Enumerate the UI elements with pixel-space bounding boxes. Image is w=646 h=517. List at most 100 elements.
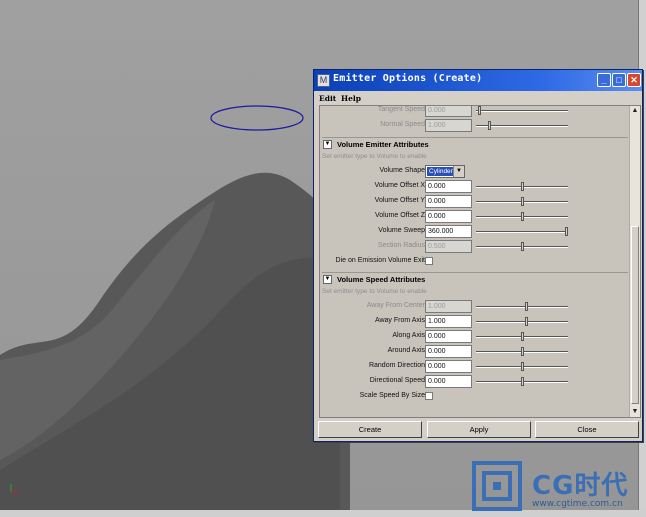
slider-handle[interactable] [521,377,524,386]
slider-handle[interactable] [521,242,524,251]
volume-sweep-row: Volume Sweep 360.000 [320,225,630,240]
away-from-axis-slider[interactable] [476,317,568,326]
slider-handle[interactable] [488,121,491,130]
slider-handle[interactable] [521,182,524,191]
field-label: Away From Center [366,302,425,309]
away-from-center-row: Away From Center 1.000 [320,300,630,315]
scroll-down-icon[interactable]: ▼ [630,407,640,417]
slider-handle[interactable] [521,212,524,221]
close-button[interactable]: Close [535,421,639,438]
volume-offset-y-field[interactable]: 0.000 [425,195,472,208]
volume-offset-z-slider[interactable] [476,212,568,221]
directional-speed-field[interactable]: 0.000 [425,375,472,388]
field-label: Section Radius [377,242,425,249]
maximize-button[interactable]: □ [612,73,626,87]
scale-speed-label: Scale Speed By Size [359,392,425,399]
section-radius-row: Section Radius 0.500 [320,240,630,255]
menu-edit[interactable]: Edit [319,94,336,103]
dialog-title: Emitter Options (Create) [333,73,483,84]
volume-shape-label: Volume Shape [379,167,425,174]
axis-gizmo [8,480,20,494]
field-label: Volume Sweep [378,227,425,234]
dialog-button-row: Create Apply Close [318,421,640,438]
cg-logo-icon [472,461,522,511]
volume-shape-dropdown[interactable]: Cylinder ▼ [425,165,465,178]
field-label: Volume Offset Z [374,212,425,219]
die-on-exit-label: Die on Emission Volume Exit [335,257,425,264]
slider-handle[interactable] [521,197,524,206]
field-label: Along Axis [392,332,425,339]
volume-emitter-section-header[interactable]: ▼ Volume Emitter Attributes [322,137,628,151]
menu-bar: Edit Help [314,92,642,105]
random-direction-row: Random Direction 0.000 [320,360,630,375]
along-axis-field[interactable]: 0.000 [425,330,472,343]
field-label: Away From Axis [374,317,425,324]
scale-speed-checkbox[interactable] [425,392,433,400]
volume-emitter-hint: Set emitter type to Volume to enable [322,153,427,160]
along-axis-slider[interactable] [476,332,568,341]
field-label: Volume Offset X [374,182,425,189]
emitter-volume-ellipse [210,105,304,131]
apply-button[interactable]: Apply [427,421,531,438]
volume-offset-z-field[interactable]: 0.000 [425,210,472,223]
volume-offset-x-slider[interactable] [476,182,568,191]
options-panel: Tangent Speed 0.000 Normal Speed 1.000 ▼… [319,105,641,418]
section-radius-field: 0.500 [425,240,472,253]
dropdown-arrow-icon[interactable]: ▼ [453,166,464,177]
close-window-button[interactable]: ✕ [627,73,641,87]
create-button[interactable]: Create [318,421,422,438]
scroll-up-icon[interactable]: ▲ [630,106,640,116]
volume-offset-z-row: Volume Offset Z 0.000 [320,210,630,225]
slider-handle[interactable] [521,362,524,371]
normal-speed-slider[interactable] [476,121,568,130]
random-direction-field[interactable]: 0.000 [425,360,472,373]
volume-offset-x-field[interactable]: 0.000 [425,180,472,193]
slider-handle[interactable] [521,347,524,356]
collapse-arrow-icon[interactable]: ▼ [323,275,332,284]
random-direction-slider[interactable] [476,362,568,371]
directional-speed-row: Directional Speed 0.000 [320,375,630,390]
volume-offset-y-slider[interactable] [476,197,568,206]
scrollbar-thumb[interactable] [631,226,639,404]
normal-speed-field: 1.000 [425,119,472,132]
section-title: Volume Emitter Attributes [337,140,429,149]
die-on-exit-row: Die on Emission Volume Exit [320,255,630,270]
tangent-speed-slider[interactable] [476,106,568,115]
volume-offset-y-row: Volume Offset Y 0.000 [320,195,630,210]
slider-handle[interactable] [565,227,568,236]
field-label: Random Direction [368,362,425,369]
watermark-url: www.cgtime.com.cn [532,499,623,509]
volume-sweep-field[interactable]: 360.000 [425,225,472,238]
minimize-button[interactable]: _ [597,73,611,87]
section-title: Volume Speed Attributes [337,275,426,284]
away-from-center-field: 1.000 [425,300,472,313]
collapse-arrow-icon[interactable]: ▼ [323,140,332,149]
slider-handle[interactable] [478,106,481,115]
dialog-titlebar[interactable]: M Emitter Options (Create) _ □ ✕ [314,70,642,91]
field-label: Around Axis [387,347,425,354]
tangent-speed-field: 0.000 [425,106,472,117]
volume-shape-row: Volume Shape Cylinder ▼ [320,165,630,180]
slider-handle[interactable] [525,317,528,326]
tangent-speed-label: Tangent Speed [377,106,425,113]
around-axis-row: Around Axis 0.000 [320,345,630,360]
menu-help[interactable]: Help [341,94,361,103]
slider-handle[interactable] [521,332,524,341]
volume-speed-hint: Set emitter type to Volume to enable [322,288,427,295]
away-from-axis-field[interactable]: 1.000 [425,315,472,328]
die-on-exit-checkbox[interactable] [425,257,433,265]
vertical-scrollbar[interactable]: ▲ ▼ [629,106,640,417]
volume-offset-x-row: Volume Offset X 0.000 [320,180,630,195]
slider-handle[interactable] [525,302,528,311]
around-axis-field[interactable]: 0.000 [425,345,472,358]
volume-sweep-slider[interactable] [476,227,568,236]
maya-app-icon: M [317,74,330,87]
watermark-text: CG时代 [532,471,629,501]
field-label: Directional Speed [369,377,425,384]
volume-speed-section-header[interactable]: ▼ Volume Speed Attributes [322,272,628,286]
away-from-center-slider[interactable] [476,302,568,311]
section-radius-slider[interactable] [476,242,568,251]
normal-speed-label: Normal Speed [380,121,425,128]
directional-speed-slider[interactable] [476,377,568,386]
around-axis-slider[interactable] [476,347,568,356]
